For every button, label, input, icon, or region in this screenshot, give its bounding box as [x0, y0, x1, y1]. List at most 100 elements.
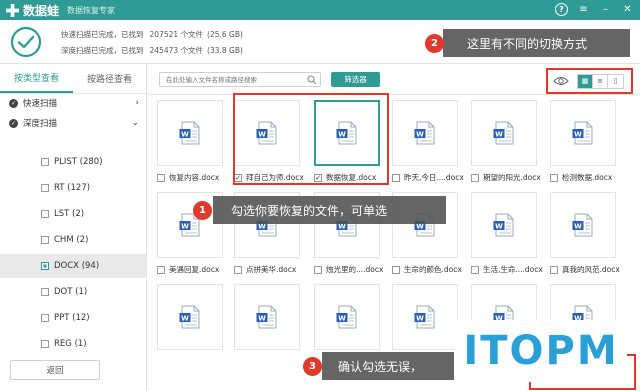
callout-view-switch: 这里有不同的切换方式 [443, 29, 630, 57]
filetype-item[interactable]: RT (127) [0, 176, 146, 200]
filetype-label: RT (127) [54, 183, 91, 193]
list-view-icon[interactable]: ≡ [593, 74, 608, 88]
filetype-item[interactable]: REG (1) [0, 332, 146, 356]
file-checkbox[interactable] [157, 173, 165, 182]
filetype-checkbox[interactable] [41, 158, 49, 166]
file-name: 生命的颜色.docx [404, 265, 462, 274]
window-controls: ? ≡ – ✕ [555, 3, 634, 16]
filetype-checkbox[interactable] [41, 236, 49, 244]
file-card[interactable]: W [234, 284, 300, 370]
svg-text:W: W [181, 130, 189, 138]
help-icon[interactable]: ? [555, 3, 568, 16]
filetype-item[interactable]: LST (2) [0, 202, 146, 226]
deep-scan-size: (33.8 GB) [207, 46, 243, 55]
file-name: 期望的阳光.docx [483, 173, 541, 182]
file-name: 点拼美华.docx [246, 265, 297, 274]
filter-button[interactable]: 筛选器 [331, 72, 380, 87]
close-icon[interactable]: ✕ [621, 3, 634, 16]
menu-icon[interactable]: ≡ [577, 3, 590, 16]
svg-text:W: W [416, 314, 424, 322]
annotation-badge: 3 [303, 357, 322, 376]
back-button[interactable]: 返回 [10, 360, 100, 380]
file-checkbox[interactable] [550, 265, 558, 274]
category-label: 深度扫描 [23, 119, 58, 129]
deep-scan-text: 深度扫描已完成，已找到 [61, 46, 144, 55]
filetype-checkbox[interactable] [41, 288, 49, 296]
filetype-item[interactable]: PPT (12) [0, 306, 146, 330]
filetype-checkbox[interactable] [41, 314, 49, 322]
file-card[interactable]: W 昨天,今日....docx [392, 100, 464, 186]
file-thumbnail[interactable]: W [314, 284, 380, 350]
filetype-checkbox[interactable] [41, 184, 49, 192]
file-card[interactable]: W 生活,生命....docx [471, 192, 543, 278]
app-subtitle: 数据恢复专家 [67, 5, 116, 15]
callout-confirm: 确认勾选无误， [322, 352, 454, 380]
quick-scan-size: (25.6 GB) [207, 30, 243, 39]
file-thumbnail[interactable]: W [550, 100, 616, 166]
filetype-item[interactable]: PLIST (280) [0, 150, 146, 174]
file-checkbox[interactable] [314, 265, 322, 274]
file-label: 生命的颜色.docx [392, 264, 478, 275]
svg-text:W: W [416, 130, 424, 138]
preview-eye-icon[interactable] [553, 75, 569, 87]
watermark-logo: ITOPM [455, 320, 627, 382]
file-thumbnail[interactable]: W [157, 100, 223, 166]
word-document-icon: W [179, 305, 200, 329]
file-label: 烛光里的....docx [314, 264, 400, 275]
file-card[interactable]: W 真我的风范.docx [550, 192, 620, 278]
file-label: 检测数据.docx [550, 172, 636, 183]
file-thumbnail[interactable]: W [157, 284, 223, 350]
file-card[interactable]: W [157, 284, 223, 370]
svg-text:W: W [181, 222, 189, 230]
svg-text:W: W [495, 222, 503, 230]
category-quick-scan[interactable]: ✓ 快速扫描 › [0, 95, 146, 111]
file-checkbox[interactable] [471, 173, 479, 182]
file-checkbox[interactable] [471, 265, 479, 274]
svg-text:W: W [495, 130, 503, 138]
tab-by-type[interactable]: 按类型查看 [0, 64, 73, 93]
file-checkbox[interactable] [392, 265, 400, 274]
quick-scan-text: 快速扫描已完成，已找到 [61, 30, 144, 39]
word-document-icon: W [493, 213, 514, 237]
callout-text: 勾选你要恢复的文件，可单选 [231, 203, 388, 218]
file-checkbox[interactable] [550, 173, 558, 182]
file-checkbox[interactable] [234, 265, 242, 274]
filetype-item[interactable]: DOCX (94) [0, 254, 146, 278]
filetype-item[interactable]: DOT (1) [0, 280, 146, 304]
filetype-label: PPT (12) [54, 313, 90, 323]
file-thumbnail[interactable]: W [392, 100, 458, 166]
tab-by-path[interactable]: 按路径查看 [73, 64, 146, 93]
title-bar: 数据蛙 数据恢复专家 ? ≡ – ✕ [0, 0, 640, 20]
filetype-checkbox[interactable] [41, 210, 49, 218]
file-thumbnail[interactable]: W [471, 192, 537, 258]
file-name: 烛光里的....docx [326, 265, 384, 274]
filetype-checkbox[interactable] [41, 340, 49, 348]
file-thumbnail[interactable]: W [550, 192, 616, 258]
detail-view-icon[interactable]: ▯ [608, 75, 623, 88]
highlight-selected-files [233, 93, 389, 185]
filetype-item[interactable]: CHM (2) [0, 228, 146, 252]
file-checkbox[interactable] [157, 265, 165, 274]
watermark-text: ITOPM [463, 328, 619, 374]
filetype-checkbox[interactable] [41, 262, 49, 270]
callout-text: 这里有不同的切换方式 [467, 36, 588, 51]
thumbnail-view-icon[interactable]: ▦ [578, 74, 593, 88]
annotation-badge: 2 [425, 34, 444, 53]
category-deep-scan[interactable]: ✓ 深度扫描 ⌄ [0, 115, 146, 131]
file-thumbnail[interactable]: W [234, 284, 300, 350]
view-mode-buttons: ▦ ≡ ▯ [577, 73, 624, 89]
annotation-badge: 1 [193, 201, 212, 220]
file-checkbox[interactable] [392, 173, 400, 182]
minimize-icon[interactable]: – [599, 3, 612, 16]
quick-scan-count: 207521 个文件 [149, 30, 204, 39]
file-card[interactable]: W 检测数据.docx [550, 100, 616, 186]
file-card[interactable]: W 恢复内容.docx [157, 100, 223, 186]
quick-scan-status: 快速扫描已完成，已找到 207521 个文件 (25.6 GB) [61, 29, 243, 40]
file-thumbnail[interactable]: W [471, 100, 537, 166]
file-thumbnail[interactable]: W [392, 284, 458, 350]
word-document-icon: W [414, 121, 435, 145]
file-card[interactable]: W 期望的阳光.docx [471, 100, 541, 186]
search-input[interactable] [166, 73, 306, 86]
search-box[interactable] [159, 72, 321, 87]
svg-text:W: W [574, 130, 582, 138]
